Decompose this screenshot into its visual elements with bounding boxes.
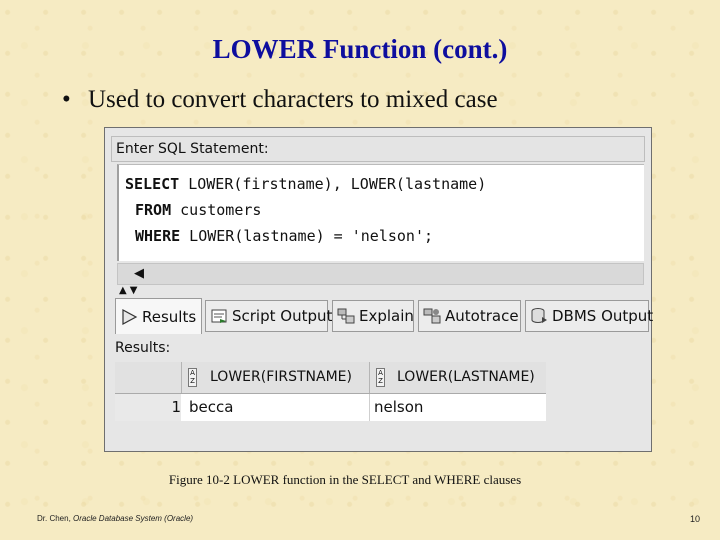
tab-label: Autotrace <box>445 307 519 325</box>
table-row[interactable]: 1 becca nelson <box>115 394 546 421</box>
footer-credit: Dr. Chen, Oracle Database System (Oracle… <box>37 514 193 523</box>
column-header-label: LOWER(LASTNAME) <box>397 369 535 385</box>
tab-label: DBMS Output <box>552 307 654 325</box>
sql-line-3: WHERE LOWER(lastname) = 'nelson'; <box>135 227 433 245</box>
tab-label: Results <box>142 307 197 326</box>
bullet-dot-icon: • <box>62 86 71 113</box>
sort-icon[interactable]: AZ <box>188 368 197 387</box>
column-header-firstname[interactable]: AZ LOWER(FIRSTNAME) <box>181 362 369 393</box>
table-cell[interactable]: nelson <box>374 394 423 421</box>
tab-label: Script Output <box>232 307 333 325</box>
row-number: 1 <box>115 394 181 421</box>
explain-icon <box>337 308 355 324</box>
bullet-point: • Used to convert characters to mixed cas… <box>62 86 498 114</box>
tab-results[interactable]: Results <box>115 298 202 334</box>
output-tabs: Results Script Output Explain Autotrace … <box>115 298 653 334</box>
sort-icon[interactable]: AZ <box>376 368 385 387</box>
tab-label: Explain <box>359 307 414 325</box>
cell-divider <box>369 394 370 421</box>
sql-text: LOWER(lastname) = 'nelson'; <box>180 227 434 245</box>
sql-keyword: SELECT <box>125 175 180 193</box>
sql-line-1: SELECT LOWER(firstname), LOWER(lastname) <box>125 175 486 193</box>
panel-collapse-icons[interactable]: ▲▼ <box>119 286 140 296</box>
scroll-left-icon[interactable]: ◀ <box>134 266 144 282</box>
dbms-icon <box>531 308 547 323</box>
horizontal-scrollbar[interactable]: ◀ <box>117 263 644 285</box>
page-number: 10 <box>690 514 701 524</box>
footer-course: Oracle Database System (Oracle) <box>73 514 194 523</box>
script-icon <box>211 309 227 323</box>
sql-line-2: FROM customers <box>135 201 261 219</box>
figure-caption: Figure 10-2 LOWER function in the SELECT… <box>168 472 522 487</box>
column-header-label: LOWER(FIRSTNAME) <box>210 369 352 385</box>
grid-header: AZ LOWER(FIRSTNAME) AZ LOWER(LASTNAME) <box>115 362 546 394</box>
column-header-lastname[interactable]: AZ LOWER(LASTNAME) <box>369 362 546 393</box>
slide-title: LOWER Function (cont.) <box>212 34 508 64</box>
tab-dbms-output[interactable]: DBMS Output <box>525 300 653 332</box>
results-label: Results: <box>115 340 171 356</box>
sql-statement-label: Enter SQL Statement: <box>111 136 645 162</box>
sql-text: LOWER(firstname), LOWER(lastname) <box>179 175 487 193</box>
play-icon <box>122 308 138 325</box>
footer-author: Dr. Chen, <box>37 514 74 523</box>
table-cell[interactable]: becca <box>189 394 233 421</box>
sql-developer-screenshot: Enter SQL Statement: SELECT LOWER(firstn… <box>104 127 653 452</box>
tab-explain[interactable]: Explain <box>332 300 414 332</box>
collapse-down-icon[interactable]: ▼ <box>130 285 141 296</box>
collapse-up-icon[interactable]: ▲ <box>119 285 130 296</box>
results-grid: AZ LOWER(FIRSTNAME) AZ LOWER(LASTNAME) 1… <box>115 362 546 424</box>
tab-script-output[interactable]: Script Output <box>205 300 332 332</box>
sql-text: customers <box>171 201 262 219</box>
sql-editor[interactable]: SELECT LOWER(firstname), LOWER(lastname)… <box>117 164 644 261</box>
autotrace-icon <box>423 308 441 324</box>
bullet-text: Used to convert characters to mixed case <box>88 86 498 113</box>
sql-keyword: FROM <box>135 201 172 219</box>
sql-keyword: WHERE <box>135 227 181 245</box>
tab-autotrace[interactable]: Autotrace <box>418 300 521 332</box>
